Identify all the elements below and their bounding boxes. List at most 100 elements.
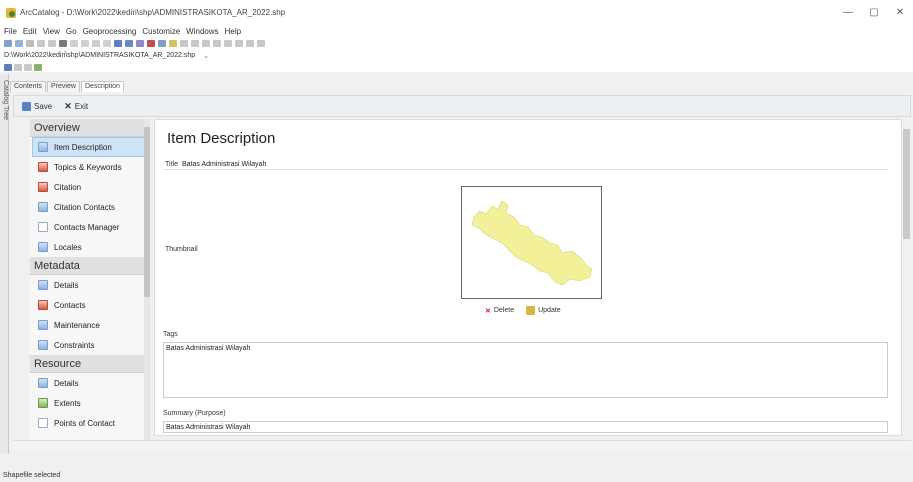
thumbnails-icon[interactable] (103, 40, 111, 47)
nav-item-extents[interactable]: Extents (32, 393, 147, 413)
pan-icon[interactable] (24, 63, 32, 71)
toolbar-icon-g[interactable] (246, 40, 254, 47)
location-bar: D:\Work\2022\kediri\shp\ADMINISTRASIKOTA… (0, 49, 913, 62)
arctoolbox-icon[interactable] (147, 40, 155, 47)
nav-item-maintenance[interactable]: Maintenance (32, 315, 147, 335)
thumbnail-image (461, 186, 602, 299)
nav-item-points-of-contact[interactable]: Points of Contact (32, 413, 147, 433)
resource-details-icon (38, 378, 48, 388)
nav-item-label: Details (54, 378, 79, 388)
close-button[interactable]: ✕ (887, 0, 913, 25)
nav-item-label: Citation (54, 182, 82, 192)
nav-item-item-description[interactable]: Item Description (32, 137, 147, 157)
menu-edit[interactable]: Edit (23, 27, 37, 36)
exit-icon: ✕ (64, 100, 72, 111)
nav-item-resource-details[interactable]: Details (32, 373, 147, 393)
menu-windows[interactable]: Windows (186, 27, 218, 36)
tags-label: Tags (163, 331, 178, 338)
nav-item-citation[interactable]: Citation (32, 177, 147, 197)
extents-icon (38, 398, 48, 408)
zoom-in-icon[interactable] (4, 63, 12, 71)
delete-icon: ✕ (485, 307, 491, 315)
delete-thumbnail-button[interactable]: Delete (494, 307, 514, 314)
modelbuilder-icon[interactable] (169, 40, 177, 47)
map-thumbnail-icon (471, 200, 593, 286)
content-scroll-thumb[interactable] (903, 129, 910, 239)
menu-file[interactable]: File (4, 27, 17, 36)
update-icon (526, 306, 536, 315)
up-one-level-icon[interactable] (4, 40, 12, 47)
thumbnail-label: Thumbnail (165, 246, 198, 253)
nav-scroll-thumb[interactable] (144, 127, 150, 297)
location-dropdown-icon[interactable]: ⌄ (203, 52, 209, 60)
exit-button[interactable]: ✕ Exit (64, 101, 88, 112)
update-thumbnail-button[interactable]: Update (538, 307, 561, 314)
minimize-button[interactable]: — (835, 0, 861, 25)
full-extent-icon[interactable] (34, 63, 42, 71)
window-controls: — ▢ ✕ (835, 0, 913, 25)
nav-item-label: Contacts (54, 300, 86, 310)
tab-description[interactable]: Description (80, 81, 124, 92)
connect-folder-icon[interactable] (15, 40, 23, 47)
summary-field[interactable]: Batas Administrasi Wilayah (163, 421, 888, 433)
exit-label: Exit (74, 101, 89, 111)
toolbar-icon-b[interactable] (191, 40, 199, 47)
nav-item-label: Contacts Manager (54, 222, 120, 232)
copy-icon[interactable] (37, 40, 45, 47)
nav-item-constraints[interactable]: Constraints (32, 335, 147, 355)
nav-item-topics-keywords[interactable]: Topics & Keywords (32, 157, 147, 177)
toolbar-icon-d[interactable] (213, 40, 221, 47)
toolbar-icon-e[interactable] (224, 40, 232, 47)
standard-toolbar (0, 38, 913, 49)
toolbar-icon-c[interactable] (202, 40, 210, 47)
toolbar-icon-h[interactable] (257, 40, 265, 47)
nav-section-resource[interactable]: Resource (30, 355, 149, 373)
maximize-button[interactable]: ▢ (861, 0, 887, 25)
menu-customize[interactable]: Customize (142, 27, 180, 36)
page-title: Item Description (167, 130, 276, 147)
menu-geoprocessing[interactable]: Geoprocessing (83, 27, 137, 36)
nav-item-contacts[interactable]: Contacts (32, 295, 147, 315)
tags-field[interactable]: Batas Administrasi Wilayah (163, 342, 888, 398)
tab-preview[interactable]: Preview (47, 81, 80, 92)
save-button[interactable]: Save (22, 101, 52, 111)
details-icon[interactable] (92, 40, 100, 47)
launch-arcmap-icon[interactable] (114, 40, 122, 47)
toolbar-icon-f[interactable] (235, 40, 243, 47)
list-icon[interactable] (81, 40, 89, 47)
catalog-tree-side-tab[interactable]: Catalog Tree (0, 74, 9, 454)
paste-icon[interactable] (48, 40, 56, 47)
nav-item-citation-contacts[interactable]: Citation Contacts (32, 197, 147, 217)
tab-contents[interactable]: Contents (10, 81, 47, 92)
zoom-out-icon[interactable] (14, 63, 22, 71)
menu-view[interactable]: View (43, 27, 60, 36)
nav-section-metadata[interactable]: Metadata (30, 257, 149, 275)
menu-help[interactable]: Help (225, 27, 241, 36)
content-scrollbar[interactable] (902, 119, 911, 436)
search-window-icon[interactable] (136, 40, 144, 47)
nav-item-metadata-details[interactable]: Details (32, 275, 147, 295)
window-title: ArcCatalog - D:\Work\2022\kediri\shp\ADM… (20, 8, 286, 17)
nav-item-locales[interactable]: Locales (32, 237, 147, 257)
arccatalog-app-icon (6, 7, 16, 18)
delete-icon[interactable] (59, 40, 67, 47)
nav-item-contacts-manager[interactable]: Contacts Manager (32, 217, 147, 237)
nav-scrollbar[interactable] (144, 119, 150, 440)
contacts-icon (38, 300, 48, 310)
citation-contacts-icon (38, 202, 48, 212)
python-window-icon[interactable] (158, 40, 166, 47)
metadata-nav-panel: Overview Item Description Topics & Keywo… (30, 119, 150, 440)
points-of-contact-icon (38, 418, 48, 428)
menu-go[interactable]: Go (66, 27, 77, 36)
nav-section-overview[interactable]: Overview (30, 119, 149, 137)
catalog-tree-window-icon[interactable] (125, 40, 133, 47)
toolbar-icon-a[interactable] (180, 40, 188, 47)
location-input[interactable]: D:\Work\2022\kediri\shp\ADMINISTRASIKOTA… (4, 52, 195, 59)
contacts-manager-icon (38, 222, 48, 232)
title-bar: ArcCatalog - D:\Work\2022\kediri\shp\ADM… (0, 0, 913, 25)
horizontal-scrollbar[interactable] (13, 440, 911, 450)
disconnect-folder-icon[interactable] (26, 40, 34, 47)
title-field[interactable]: Batas Administrasi Wilayah (182, 161, 266, 168)
large-icons-icon[interactable] (70, 40, 78, 47)
title-field-row (163, 160, 888, 170)
